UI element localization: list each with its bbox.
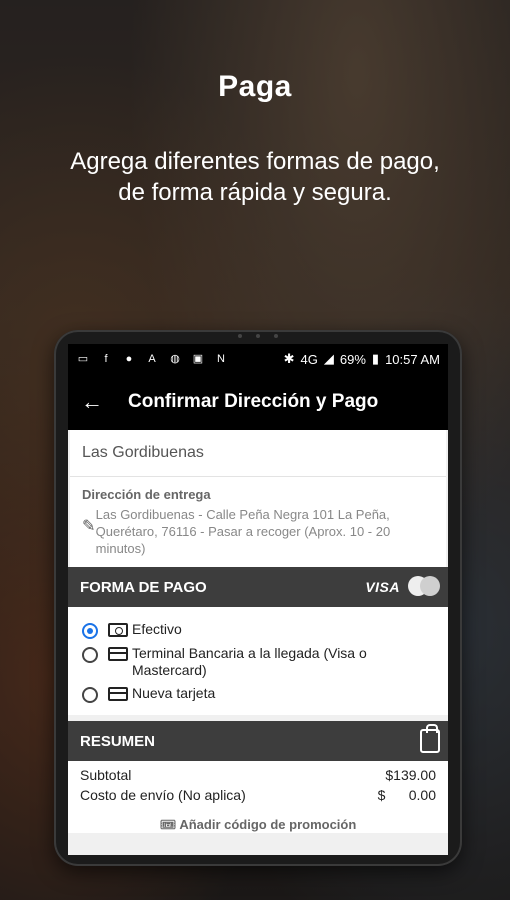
payment-header-label: FORMA DE PAGO [80,578,207,596]
radio-cash[interactable] [82,623,98,639]
network-label: 4G [300,351,318,367]
payment-option-new-card[interactable]: Nueva tarjeta [82,685,436,703]
subtotal-label: Subtotal [80,767,132,783]
address-label: Dirección de entrega [82,487,211,502]
radio-terminal[interactable] [82,647,98,663]
payment-options: Efectivo Terminal Bancaria a la llegada … [68,607,448,715]
app-bar: ← Confirmar Dirección y Pago [68,374,448,430]
address-text: Las Gordibuenas - Calle Peña Negra 101 L… [95,507,391,556]
ticket-icon: 🎟 [159,817,177,832]
credit-card-icon [108,647,128,661]
address-row: ✎ Las Gordibuenas - Calle Peña Negra 101… [82,506,434,557]
radio-new-card[interactable] [82,687,98,703]
visa-logo-icon: VISA [365,579,400,595]
edit-pencil-icon[interactable]: ✎ [82,506,96,557]
clock: 10:57 AM [385,351,440,367]
summary-section-header: RESUMEN [68,721,448,761]
n-icon: N [217,353,225,365]
subtotal-value: $139.00 [385,767,436,783]
payment-section-header: FORMA DE PAGO VISA [68,567,448,607]
shopping-bag-icon [420,724,440,753]
camera-dots [238,334,278,338]
signal-icon: ◢ [323,351,334,366]
battery-icon: ▮ [371,351,380,366]
payment-option-cash[interactable]: Efectivo [82,621,436,639]
pdf-icon: A [148,353,156,365]
mastercard-logo-icon [408,576,440,598]
tablet-device: ▭ f ● A ◍ ▣ N ✱ 4G ◢ 69% ▮ 10:57 AM ← Co… [54,330,462,866]
delivery-address[interactable]: Dirección de entrega ✎ Las Gordibuenas -… [70,477,446,567]
globe-icon: ◍ [170,353,180,365]
option-label: Efectivo [132,621,182,637]
page-title: Confirmar Dirección y Pago [128,391,379,412]
summary-row-subtotal: Subtotal $139.00 [80,765,436,785]
message-icon: ▭ [77,353,89,365]
promo-code-link[interactable]: 🎟 Añadir código de promoción [68,809,448,833]
option-label: Nueva tarjeta [132,685,216,701]
facebook-icon: f [104,353,108,365]
shipping-label: Costo de envío (No aplica) [80,787,246,803]
card-brands: VISA [365,576,440,598]
main-content: Las Gordibuenas Dirección de entrega ✎ L… [68,430,448,855]
device-screen: ▭ f ● A ◍ ▣ N ✱ 4G ◢ 69% ▮ 10:57 AM ← Co… [68,344,448,855]
bluetooth-icon: ✱ [283,351,295,366]
summary-row-shipping: Costo de envío (No aplica) $ 0.00 [80,785,436,805]
summary-table: Subtotal $139.00 Costo de envío (No apli… [68,761,448,809]
cash-icon [108,623,128,637]
promo-label: Añadir código de promoción [179,817,357,832]
gallery-icon: ▣ [192,353,204,365]
shipping-value: $ 0.00 [377,787,436,803]
status-right: ✱ 4G ◢ 69% ▮ 10:57 AM [284,351,440,367]
hero-title: Paga [218,70,292,103]
status-bar: ▭ f ● A ◍ ▣ N ✱ 4G ◢ 69% ▮ 10:57 AM [68,344,448,374]
restaurant-name: Las Gordibuenas [70,430,446,477]
address-card: Las Gordibuenas Dirección de entrega ✎ L… [70,430,446,567]
back-arrow-icon[interactable]: ← [68,389,116,415]
location-icon: ● [125,353,133,365]
option-label: Terminal Bancaria a la llegada (Visa o M… [132,645,367,678]
battery-percent: 69% [339,351,366,367]
hero-subtitle: Agrega diferentes formas de pago, de for… [70,148,440,206]
payment-option-terminal[interactable]: Terminal Bancaria a la llegada (Visa o M… [82,645,436,679]
credit-card-icon [108,687,128,701]
status-icons: ▭ f ● A ◍ ▣ N [76,353,228,365]
summary-header-label: RESUMEN [80,732,156,750]
